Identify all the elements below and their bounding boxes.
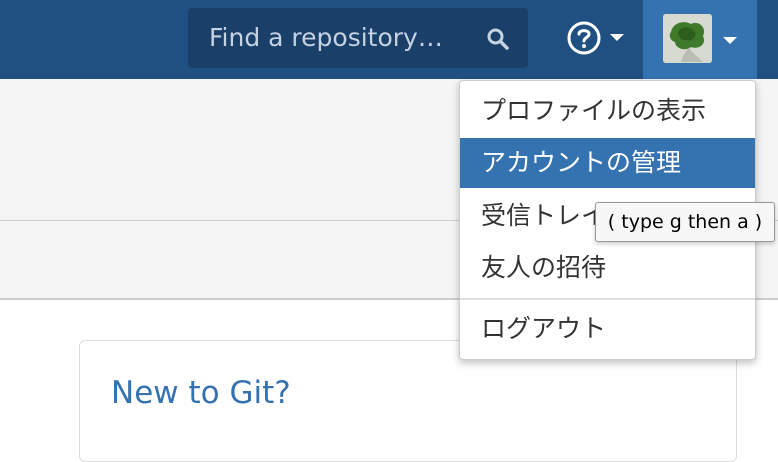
search-icon[interactable]	[486, 27, 510, 55]
help-menu-button[interactable]	[566, 20, 626, 60]
menu-item-logout[interactable]: ログアウト	[460, 304, 755, 354]
user-menu-button[interactable]	[643, 0, 757, 79]
keyboard-shortcut-tooltip: ( type g then a )	[595, 202, 775, 242]
repository-search-box[interactable]: Find a repository…	[188, 8, 528, 68]
menu-divider	[460, 298, 755, 300]
menu-item-view-profile[interactable]: プロファイルの表示	[460, 86, 755, 136]
avatar	[663, 14, 712, 63]
chevron-down-icon	[610, 34, 624, 41]
top-navigation-bar: Find a repository…	[0, 0, 778, 79]
help-circle-icon	[567, 21, 601, 55]
chevron-down-icon	[723, 37, 737, 44]
search-placeholder: Find a repository…	[209, 23, 443, 52]
menu-item-manage-account[interactable]: アカウントの管理	[460, 138, 755, 188]
menu-item-invite-friends[interactable]: 友人の招待	[460, 243, 755, 293]
card-title-link[interactable]: New to Git?	[111, 375, 291, 411]
